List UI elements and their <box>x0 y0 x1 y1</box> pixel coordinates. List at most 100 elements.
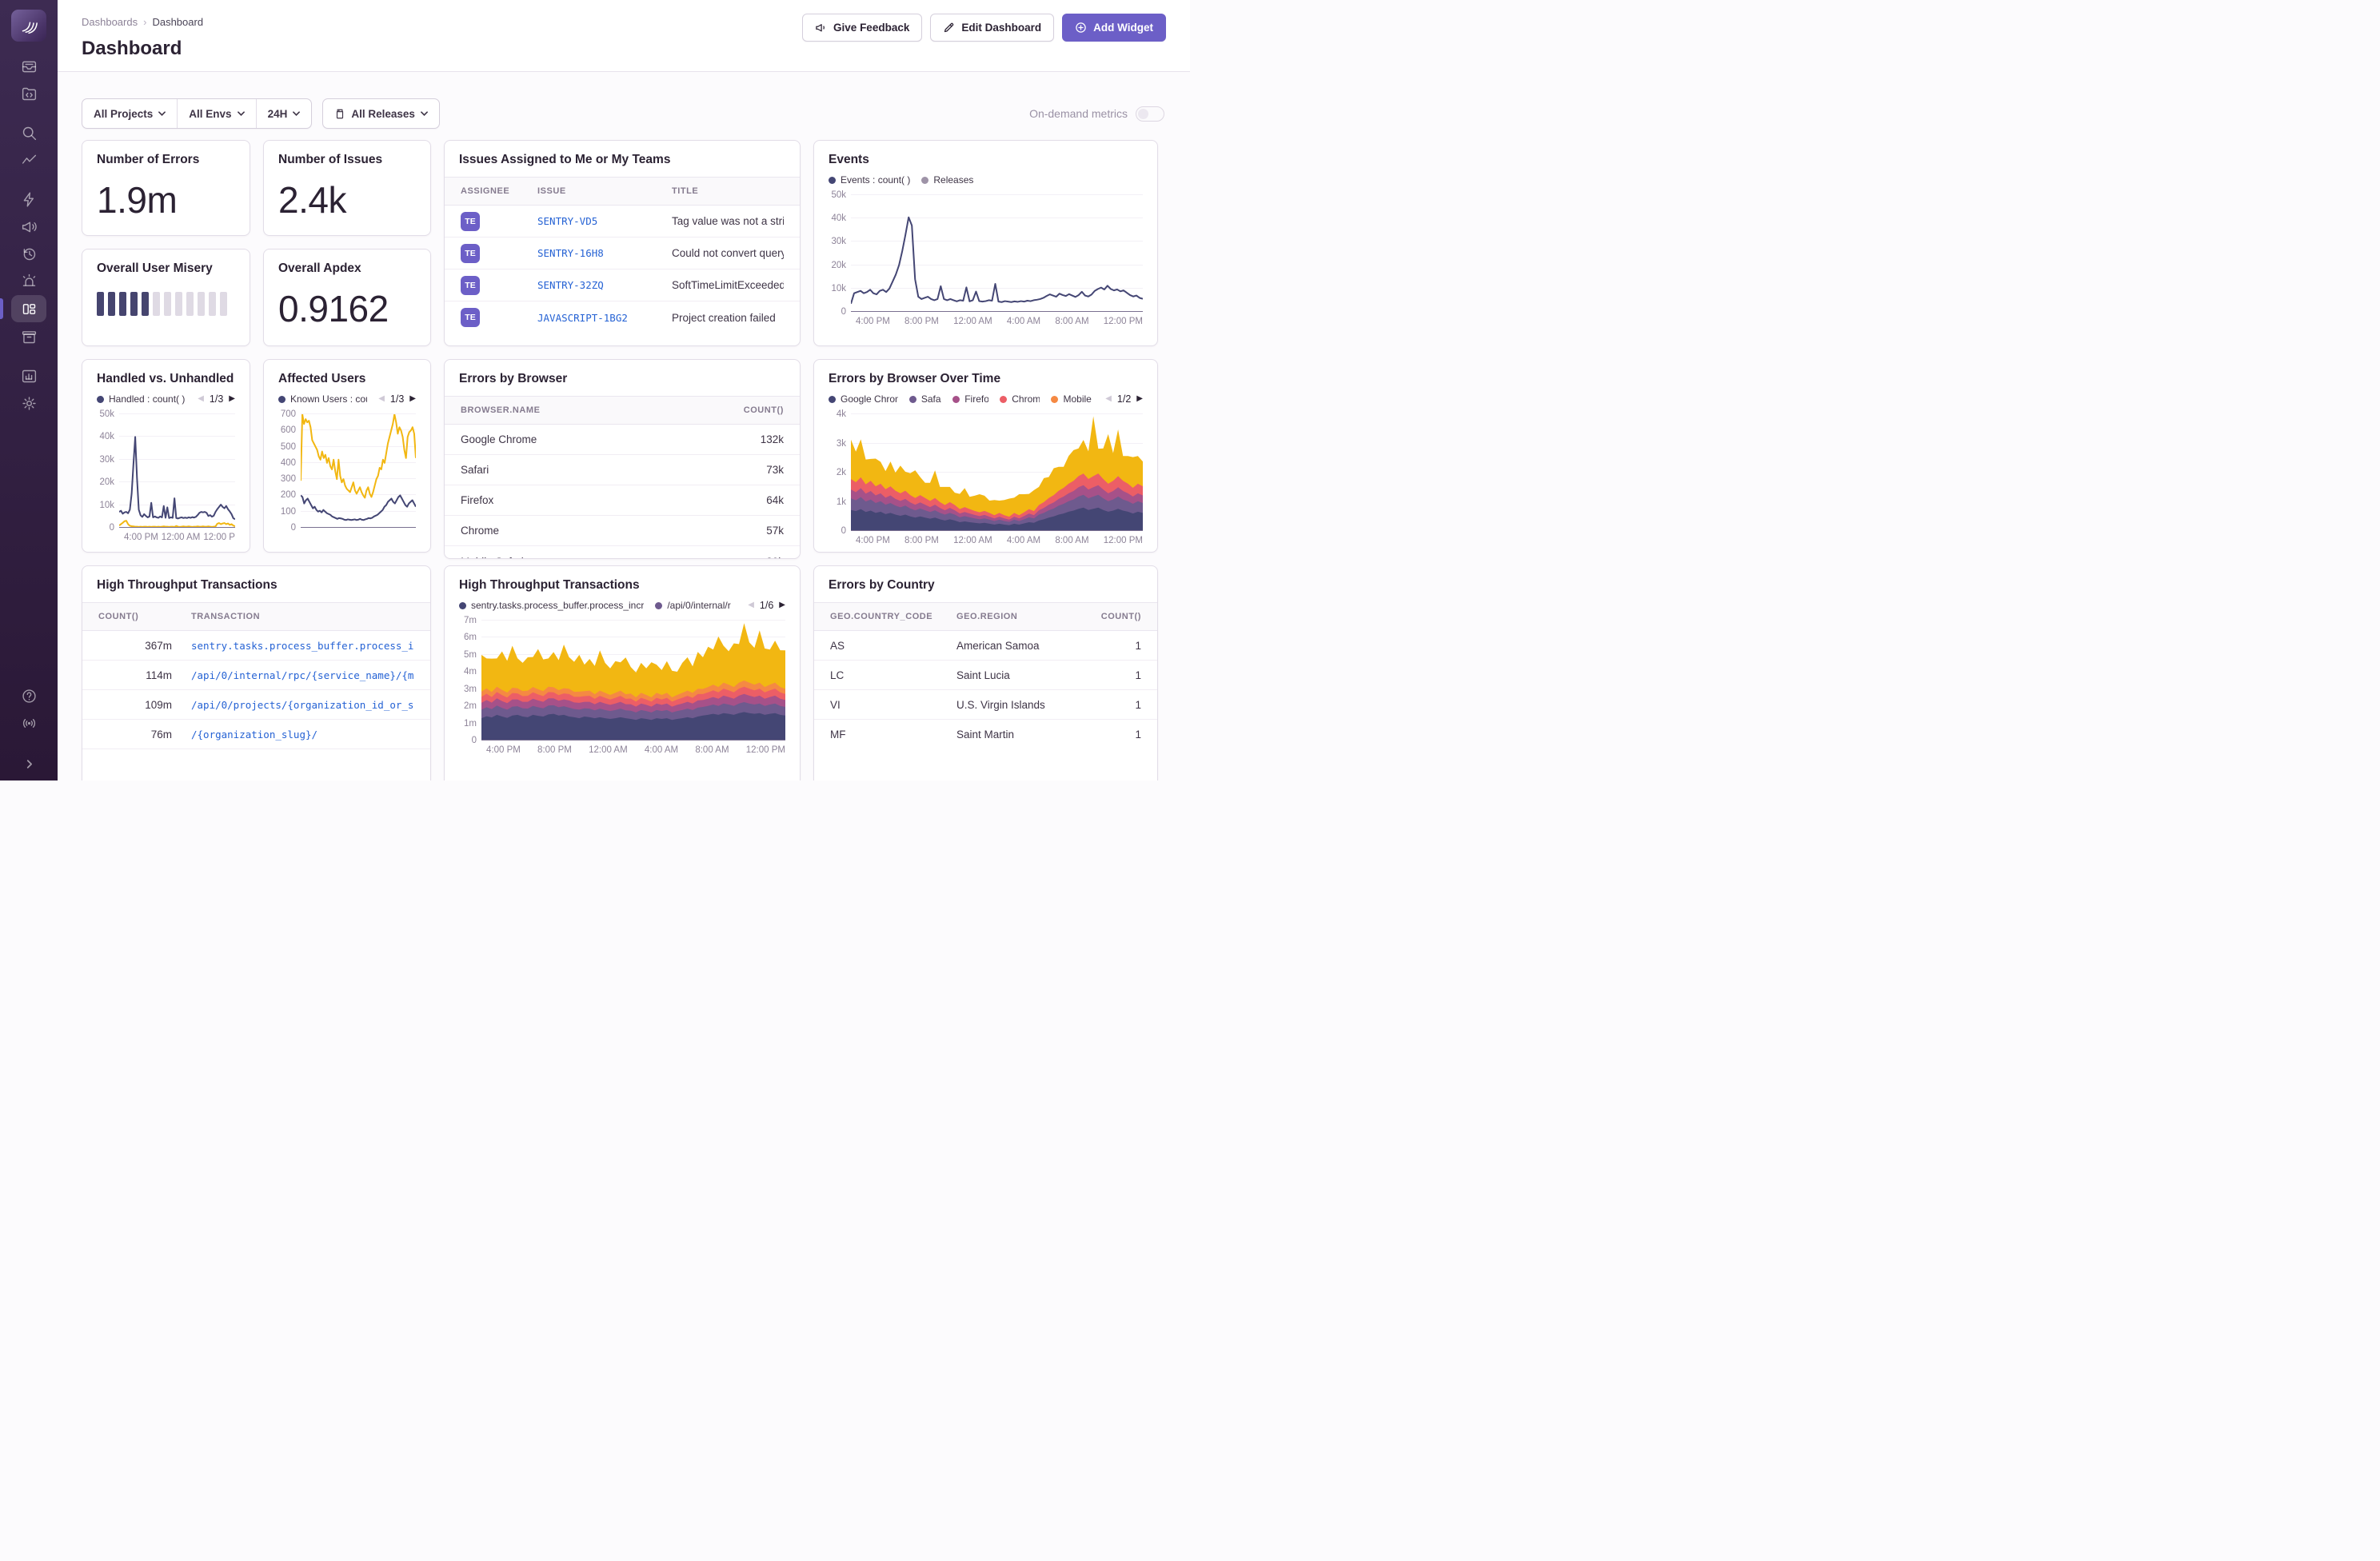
y-tick-label: 1m <box>464 719 477 729</box>
sidebar-item-stats[interactable] <box>11 363 46 389</box>
chart-plot-area <box>851 195 1143 312</box>
release-package-icon <box>334 108 345 120</box>
y-tick-label: 40k <box>831 214 846 223</box>
legend-item[interactable]: Mobile S <box>1051 393 1094 405</box>
envs-filter[interactable]: All Envs <box>177 99 255 128</box>
pagination-next-icon[interactable]: ▶ <box>229 395 235 403</box>
assignee-avatar[interactable]: TE <box>461 244 480 263</box>
edit-dashboard-button[interactable]: Edit Dashboard <box>930 14 1054 42</box>
sidebar-item-megaphone[interactable] <box>11 214 46 239</box>
x-tick-label: 12:00 AM <box>589 745 628 755</box>
sidebar-item-dashboards[interactable] <box>11 295 46 322</box>
x-axis-labels: 12:00 AM12:00 P <box>264 528 431 552</box>
widget-title: Affected Users <box>278 372 416 386</box>
ondemand-metrics-toggle[interactable] <box>1136 106 1164 122</box>
legend-item[interactable]: Firefox <box>952 393 988 405</box>
assignee-cell: TE <box>461 244 537 263</box>
sidebar-item-settings[interactable] <box>11 390 46 416</box>
issue-link[interactable]: SENTRY-VD5 <box>537 215 672 227</box>
sidebar-item-replays[interactable] <box>11 241 46 266</box>
legend-dot-icon <box>829 177 836 184</box>
give-feedback-button[interactable]: Give Feedback <box>802 14 922 42</box>
legend-label: Events : count( ) <box>841 174 910 186</box>
y-tick-label: 20k <box>831 261 846 270</box>
add-widget-button[interactable]: Add Widget <box>1062 14 1166 42</box>
sidebar-item-broadcast[interactable] <box>11 710 46 736</box>
legend-item[interactable]: Google Chrome <box>829 393 898 405</box>
issue-link[interactable]: SENTRY-16H8 <box>537 247 672 259</box>
projects-filter[interactable]: All Projects <box>82 99 177 128</box>
x-tick-label: 4:00 PM <box>124 533 158 542</box>
legend-item[interactable]: Handled : count( ) <box>97 393 185 405</box>
y-tick-label: 0 <box>110 523 114 533</box>
breadcrumb-dashboards-link[interactable]: Dashboards <box>82 16 138 28</box>
legend-dot-icon <box>829 396 836 403</box>
column-header-count-: COUNT() <box>712 405 784 415</box>
transaction-link[interactable]: /api/0/internal/rpc/{service_name}/{meth… <box>191 669 414 681</box>
issue-link[interactable]: SENTRY-32ZQ <box>537 279 672 291</box>
sidebar-item-lightning[interactable] <box>11 186 46 212</box>
x-axis-line <box>851 530 1143 531</box>
country-code: AS <box>830 640 956 652</box>
page-header: Dashboards › Dashboard Dashboard Give Fe… <box>58 0 1190 72</box>
transaction-link[interactable]: /api/0/projects/{organization_id_or_slug… <box>191 699 414 711</box>
legend-label: Handled : count( ) <box>109 393 185 405</box>
sentry-logo[interactable] <box>11 10 46 42</box>
pagination-prev-icon[interactable]: ◀ <box>378 395 385 403</box>
pagination-prev-icon[interactable]: ◀ <box>1105 395 1112 403</box>
x-tick-label: 8:00 AM <box>1055 536 1088 545</box>
issue-title: Tag value was not a strin <box>672 215 784 227</box>
sidebar-item-releases[interactable] <box>11 324 46 349</box>
browser-name: Google Chrome <box>461 433 712 445</box>
browser-row: Safari73k <box>445 455 800 485</box>
legend-item[interactable]: Releases <box>921 174 973 186</box>
releases-icon <box>21 329 38 345</box>
legend-item[interactable]: Events : count( ) <box>829 174 910 186</box>
y-tick-label: 30k <box>99 455 114 465</box>
widget-events-chart: EventsEvents : count( )Releases010k20k30… <box>813 140 1158 346</box>
transaction-link[interactable]: sentry.tasks.process_buffer.process_incr <box>191 640 414 652</box>
sidebar-item-explore[interactable] <box>11 81 46 106</box>
widget-issues-assigned: Issues Assigned to Me or My Teams ASSIGN… <box>444 140 801 346</box>
errors-by-country-table: GEO.COUNTRY_CODEGEO.REGIONCOUNT()ASAmeri… <box>814 602 1157 749</box>
issue-title: Could not convert query <box>672 247 784 259</box>
pagination-prev-icon[interactable]: ◀ <box>198 395 204 403</box>
settings-icon <box>21 395 38 412</box>
widget-title: High Throughput Transactions <box>459 578 785 593</box>
issue-link[interactable]: JAVASCRIPT-1BG2 <box>537 312 672 324</box>
releases-filter[interactable]: All Releases <box>323 99 439 128</box>
legend-item[interactable]: Known Users : cour <box>278 393 367 405</box>
sidebar-item-issues[interactable] <box>11 54 46 79</box>
x-tick-label: 12:00 AM <box>953 317 992 326</box>
pagination-prev-icon[interactable]: ◀ <box>748 601 754 609</box>
browser-row: Chrome57k <box>445 516 800 546</box>
line-series-handled-count- <box>119 437 235 519</box>
y-tick-label: 200 <box>281 490 296 500</box>
assignee-avatar[interactable]: TE <box>461 212 480 231</box>
transaction-link[interactable]: /{organization_slug}/ <box>191 729 414 741</box>
legend-item[interactable]: Chrome <box>1000 393 1040 405</box>
pagination-next-icon[interactable]: ▶ <box>779 601 785 609</box>
sidebar-item-help[interactable] <box>11 683 46 709</box>
sidebar-item-alerts[interactable] <box>11 268 46 293</box>
pagination-next-icon[interactable]: ▶ <box>1136 395 1143 403</box>
legend-item[interactable]: sentry.tasks.process_buffer.process_incr <box>459 600 644 611</box>
legend-item[interactable]: /api/0/internal/r <box>655 600 730 611</box>
line-series-unhandled-count- <box>119 521 235 527</box>
pagination-next-icon[interactable]: ▶ <box>409 395 416 403</box>
widget-title: Number of Errors <box>97 153 235 167</box>
legend-dot-icon <box>97 396 104 403</box>
y-tick-label: 3k <box>837 439 846 449</box>
sidebar-item-trends[interactable] <box>11 147 46 173</box>
misery-bar <box>198 292 205 316</box>
legend-item[interactable]: Safari <box>909 393 941 405</box>
assignee-avatar[interactable]: TE <box>461 276 480 295</box>
sidebar-collapse-button[interactable] <box>11 751 46 777</box>
time-filter[interactable]: 24H <box>256 99 312 128</box>
browser-row: Firefox64k <box>445 485 800 516</box>
x-tick-label: 4:00 PM <box>486 745 521 755</box>
sidebar-item-search[interactable] <box>11 120 46 146</box>
megaphone-icon <box>815 22 827 34</box>
assignee-avatar[interactable]: TE <box>461 308 480 327</box>
browser-count: 73k <box>712 464 784 476</box>
